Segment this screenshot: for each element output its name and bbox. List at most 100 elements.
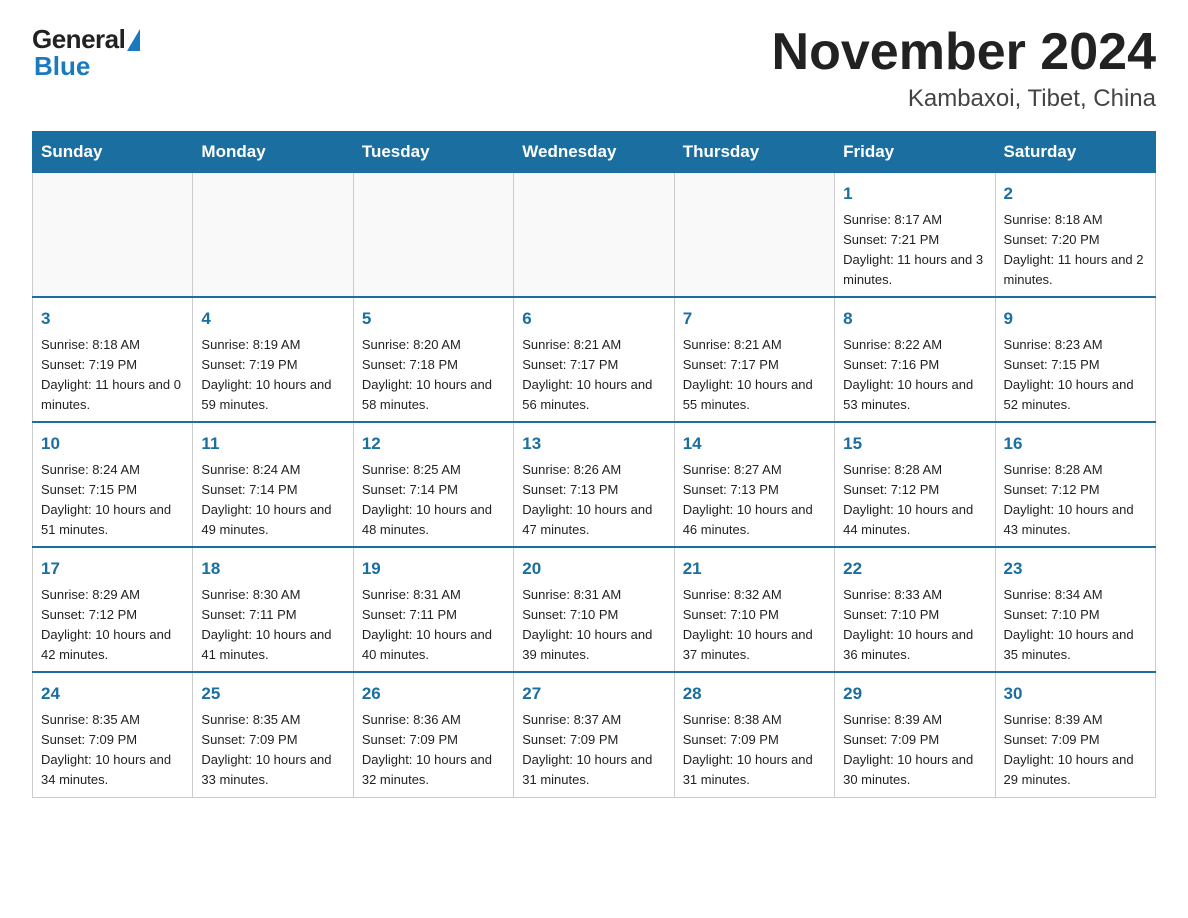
calendar-cell: 24 Sunrise: 8:35 AMSunset: 7:09 PMDayligh… <box>33 672 193 797</box>
day-number: 27 <box>522 681 665 707</box>
day-number: 17 <box>41 556 184 582</box>
title-area: November 2024 Kambaxoi, Tibet, China <box>772 24 1156 113</box>
calendar-cell: 14 Sunrise: 8:27 AMSunset: 7:13 PMDayligh… <box>674 422 834 547</box>
calendar-cell: 16 Sunrise: 8:28 AMSunset: 7:12 PMDayligh… <box>995 422 1155 547</box>
day-number: 11 <box>201 431 344 457</box>
day-number: 10 <box>41 431 184 457</box>
day-number: 24 <box>41 681 184 707</box>
day-info: Sunrise: 8:31 AMSunset: 7:11 PMDaylight:… <box>362 585 505 666</box>
calendar-cell: 2 Sunrise: 8:18 AMSunset: 7:20 PMDaylight… <box>995 173 1155 298</box>
calendar-cell: 3Sunrise: 8:18 AMSunset: 7:19 PMDaylight… <box>33 297 193 422</box>
calendar-cell: 13 Sunrise: 8:26 AMSunset: 7:13 PMDayligh… <box>514 422 674 547</box>
day-number: 8 <box>843 306 986 332</box>
day-info: Sunrise: 8:36 AMSunset: 7:09 PMDaylight:… <box>362 710 505 791</box>
day-number: 29 <box>843 681 986 707</box>
calendar-cell: 29Sunrise: 8:39 AMSunset: 7:09 PMDayligh… <box>835 672 995 797</box>
day-info: Sunrise: 8:34 AMSunset: 7:10 PMDaylight:… <box>1004 585 1147 666</box>
day-info: Sunrise: 8:28 AMSunset: 7:12 PMDaylight:… <box>843 460 986 541</box>
day-info: Sunrise: 8:38 AMSunset: 7:09 PMDaylight:… <box>683 710 826 791</box>
calendar-cell: 5Sunrise: 8:20 AMSunset: 7:18 PMDaylight… <box>353 297 513 422</box>
calendar-cell: 28 Sunrise: 8:38 AMSunset: 7:09 PMDayligh… <box>674 672 834 797</box>
day-number: 14 <box>683 431 826 457</box>
calendar-title: November 2024 <box>772 24 1156 81</box>
calendar-cell <box>514 173 674 298</box>
calendar-cell: 21 Sunrise: 8:32 AMSunset: 7:10 PMDayligh… <box>674 547 834 672</box>
day-number: 3 <box>41 306 184 332</box>
day-number: 22 <box>843 556 986 582</box>
weekday-header-friday: Friday <box>835 132 995 173</box>
day-info: Sunrise: 8:23 AMSunset: 7:15 PMDaylight:… <box>1004 335 1147 416</box>
calendar-cell: 23 Sunrise: 8:34 AMSunset: 7:10 PMDayligh… <box>995 547 1155 672</box>
calendar-cell: 20Sunrise: 8:31 AMSunset: 7:10 PMDayligh… <box>514 547 674 672</box>
calendar-cell: 8 Sunrise: 8:22 AMSunset: 7:16 PMDaylight… <box>835 297 995 422</box>
day-info: Sunrise: 8:26 AMSunset: 7:13 PMDaylight:… <box>522 460 665 541</box>
calendar-cell <box>33 173 193 298</box>
day-info: Sunrise: 8:37 AMSunset: 7:09 PMDaylight:… <box>522 710 665 791</box>
day-info: Sunrise: 8:21 AMSunset: 7:17 PMDaylight:… <box>522 335 665 416</box>
day-info: Sunrise: 8:35 AMSunset: 7:09 PMDaylight:… <box>41 710 184 791</box>
day-info: Sunrise: 8:21 AMSunset: 7:17 PMDaylight:… <box>683 335 826 416</box>
day-number: 4 <box>201 306 344 332</box>
day-number: 26 <box>362 681 505 707</box>
calendar-cell: 17 Sunrise: 8:29 AMSunset: 7:12 PMDayligh… <box>33 547 193 672</box>
page-header: General Blue November 2024 Kambaxoi, Tib… <box>32 24 1156 113</box>
day-info: Sunrise: 8:27 AMSunset: 7:13 PMDaylight:… <box>683 460 826 541</box>
day-info: Sunrise: 8:20 AMSunset: 7:18 PMDaylight:… <box>362 335 505 416</box>
calendar-cell: 22Sunrise: 8:33 AMSunset: 7:10 PMDayligh… <box>835 547 995 672</box>
day-number: 30 <box>1004 681 1147 707</box>
day-number: 7 <box>683 306 826 332</box>
weekday-header-saturday: Saturday <box>995 132 1155 173</box>
location-title: Kambaxoi, Tibet, China <box>772 85 1156 113</box>
calendar-cell: 12 Sunrise: 8:25 AMSunset: 7:14 PMDayligh… <box>353 422 513 547</box>
calendar-week-row: 24 Sunrise: 8:35 AMSunset: 7:09 PMDayligh… <box>33 672 1156 797</box>
day-number: 9 <box>1004 306 1147 332</box>
weekday-header-thursday: Thursday <box>674 132 834 173</box>
calendar-cell: 18 Sunrise: 8:30 AMSunset: 7:11 PMDayligh… <box>193 547 353 672</box>
calendar-cell <box>674 173 834 298</box>
calendar-week-row: 3Sunrise: 8:18 AMSunset: 7:19 PMDaylight… <box>33 297 1156 422</box>
calendar-cell <box>193 173 353 298</box>
day-info: Sunrise: 8:31 AMSunset: 7:10 PMDaylight:… <box>522 585 665 666</box>
day-number: 6 <box>522 306 665 332</box>
day-info: Sunrise: 8:35 AMSunset: 7:09 PMDaylight:… <box>201 710 344 791</box>
calendar-cell: 25 Sunrise: 8:35 AMSunset: 7:09 PMDayligh… <box>193 672 353 797</box>
day-number: 13 <box>522 431 665 457</box>
day-info: Sunrise: 8:39 AMSunset: 7:09 PMDaylight:… <box>1004 710 1147 791</box>
day-info: Sunrise: 8:30 AMSunset: 7:11 PMDaylight:… <box>201 585 344 666</box>
day-number: 21 <box>683 556 826 582</box>
day-number: 18 <box>201 556 344 582</box>
weekday-header-monday: Monday <box>193 132 353 173</box>
day-info: Sunrise: 8:28 AMSunset: 7:12 PMDaylight:… <box>1004 460 1147 541</box>
day-info: Sunrise: 8:29 AMSunset: 7:12 PMDaylight:… <box>41 585 184 666</box>
calendar-cell: 15Sunrise: 8:28 AMSunset: 7:12 PMDayligh… <box>835 422 995 547</box>
day-number: 23 <box>1004 556 1147 582</box>
calendar-cell: 10 Sunrise: 8:24 AMSunset: 7:15 PMDayligh… <box>33 422 193 547</box>
calendar-week-row: 17 Sunrise: 8:29 AMSunset: 7:12 PMDayligh… <box>33 547 1156 672</box>
day-number: 2 <box>1004 181 1147 207</box>
day-info: Sunrise: 8:18 AMSunset: 7:20 PMDaylight:… <box>1004 210 1147 291</box>
day-number: 12 <box>362 431 505 457</box>
calendar-cell <box>353 173 513 298</box>
day-info: Sunrise: 8:22 AMSunset: 7:16 PMDaylight:… <box>843 335 986 416</box>
day-info: Sunrise: 8:25 AMSunset: 7:14 PMDaylight:… <box>362 460 505 541</box>
day-info: Sunrise: 8:32 AMSunset: 7:10 PMDaylight:… <box>683 585 826 666</box>
calendar-cell: 1Sunrise: 8:17 AMSunset: 7:21 PMDaylight… <box>835 173 995 298</box>
calendar-cell: 19Sunrise: 8:31 AMSunset: 7:11 PMDayligh… <box>353 547 513 672</box>
day-number: 16 <box>1004 431 1147 457</box>
calendar-week-row: 10 Sunrise: 8:24 AMSunset: 7:15 PMDayligh… <box>33 422 1156 547</box>
weekday-header-sunday: Sunday <box>33 132 193 173</box>
calendar-cell: 7 Sunrise: 8:21 AMSunset: 7:17 PMDaylight… <box>674 297 834 422</box>
calendar-cell: 26 Sunrise: 8:36 AMSunset: 7:09 PMDayligh… <box>353 672 513 797</box>
day-info: Sunrise: 8:19 AMSunset: 7:19 PMDaylight:… <box>201 335 344 416</box>
day-number: 28 <box>683 681 826 707</box>
weekday-header-wednesday: Wednesday <box>514 132 674 173</box>
calendar-cell: 6 Sunrise: 8:21 AMSunset: 7:17 PMDaylight… <box>514 297 674 422</box>
day-info: Sunrise: 8:24 AMSunset: 7:15 PMDaylight:… <box>41 460 184 541</box>
calendar-table: SundayMondayTuesdayWednesdayThursdayFrid… <box>32 131 1156 797</box>
logo: General Blue <box>32 24 140 82</box>
calendar-cell: 9 Sunrise: 8:23 AMSunset: 7:15 PMDaylight… <box>995 297 1155 422</box>
day-info: Sunrise: 8:24 AMSunset: 7:14 PMDaylight:… <box>201 460 344 541</box>
day-number: 25 <box>201 681 344 707</box>
calendar-cell: 11 Sunrise: 8:24 AMSunset: 7:14 PMDayligh… <box>193 422 353 547</box>
calendar-cell: 30 Sunrise: 8:39 AMSunset: 7:09 PMDayligh… <box>995 672 1155 797</box>
